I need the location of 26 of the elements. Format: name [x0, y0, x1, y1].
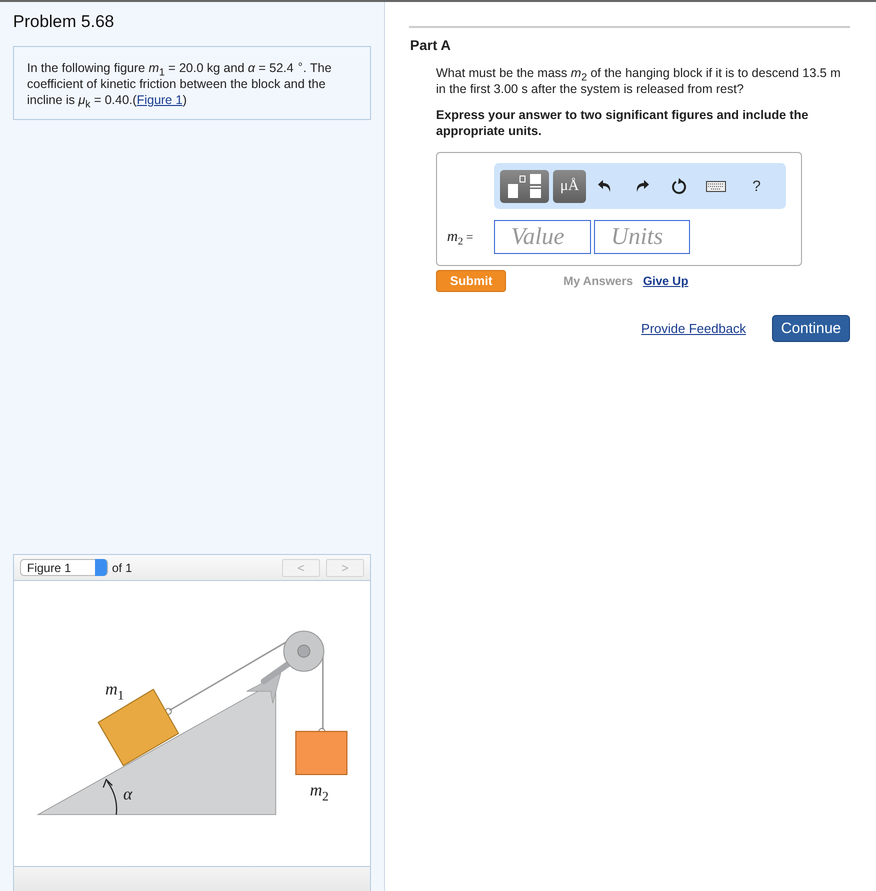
undo-icon [598, 179, 612, 193]
angle-label: α [123, 784, 132, 804]
problem-title: Problem 5.68 [13, 12, 116, 32]
units-field[interactable]: Units [594, 220, 690, 254]
question-text: What must be the mass m$_{2}$ of the hanging block if it is to descend 13.5 m in the first 3.00 s after the system is released from rest? [436, 65, 841, 97]
mass-label: m$_{2}$ [310, 780, 329, 804]
units-button[interactable]: μÅ [553, 170, 586, 202]
instruction-text: Express your answer to two significant figures and include the appropriate units. [436, 107, 810, 139]
mass-label: m$_{1}$ [105, 679, 124, 702]
problem-text: In the following figure m$_{1}$ = 20.0 kg and α = 52.4 $^{∘}$. The coefficient of kinetic friction between the block and the incline is μ$_{k}$ = 0.40.(Figure 1) [27, 60, 333, 108]
keyboard-icon [706, 180, 726, 192]
value-field[interactable]: Value [494, 220, 591, 254]
template-icon [506, 174, 542, 198]
redo-icon [634, 179, 648, 193]
dropdown-icon [95, 559, 107, 576]
reset-icon [670, 178, 686, 194]
feedback-link[interactable]: Provide Feedback [641, 321, 746, 336]
continue-button[interactable]: Continue [772, 315, 850, 342]
figure-select[interactable]: Figure 1 [20, 559, 108, 576]
figure-link[interactable]: Figure 1 [136, 93, 183, 107]
part-title: Part A [410, 37, 452, 53]
give-up-link[interactable]: Give Up [642, 274, 688, 288]
figure-count: of 1 [112, 560, 132, 575]
variable-label: m$_{2}$ = [447, 228, 474, 246]
templates-button[interactable] [500, 170, 549, 202]
help-button[interactable]: ? [738, 170, 775, 202]
